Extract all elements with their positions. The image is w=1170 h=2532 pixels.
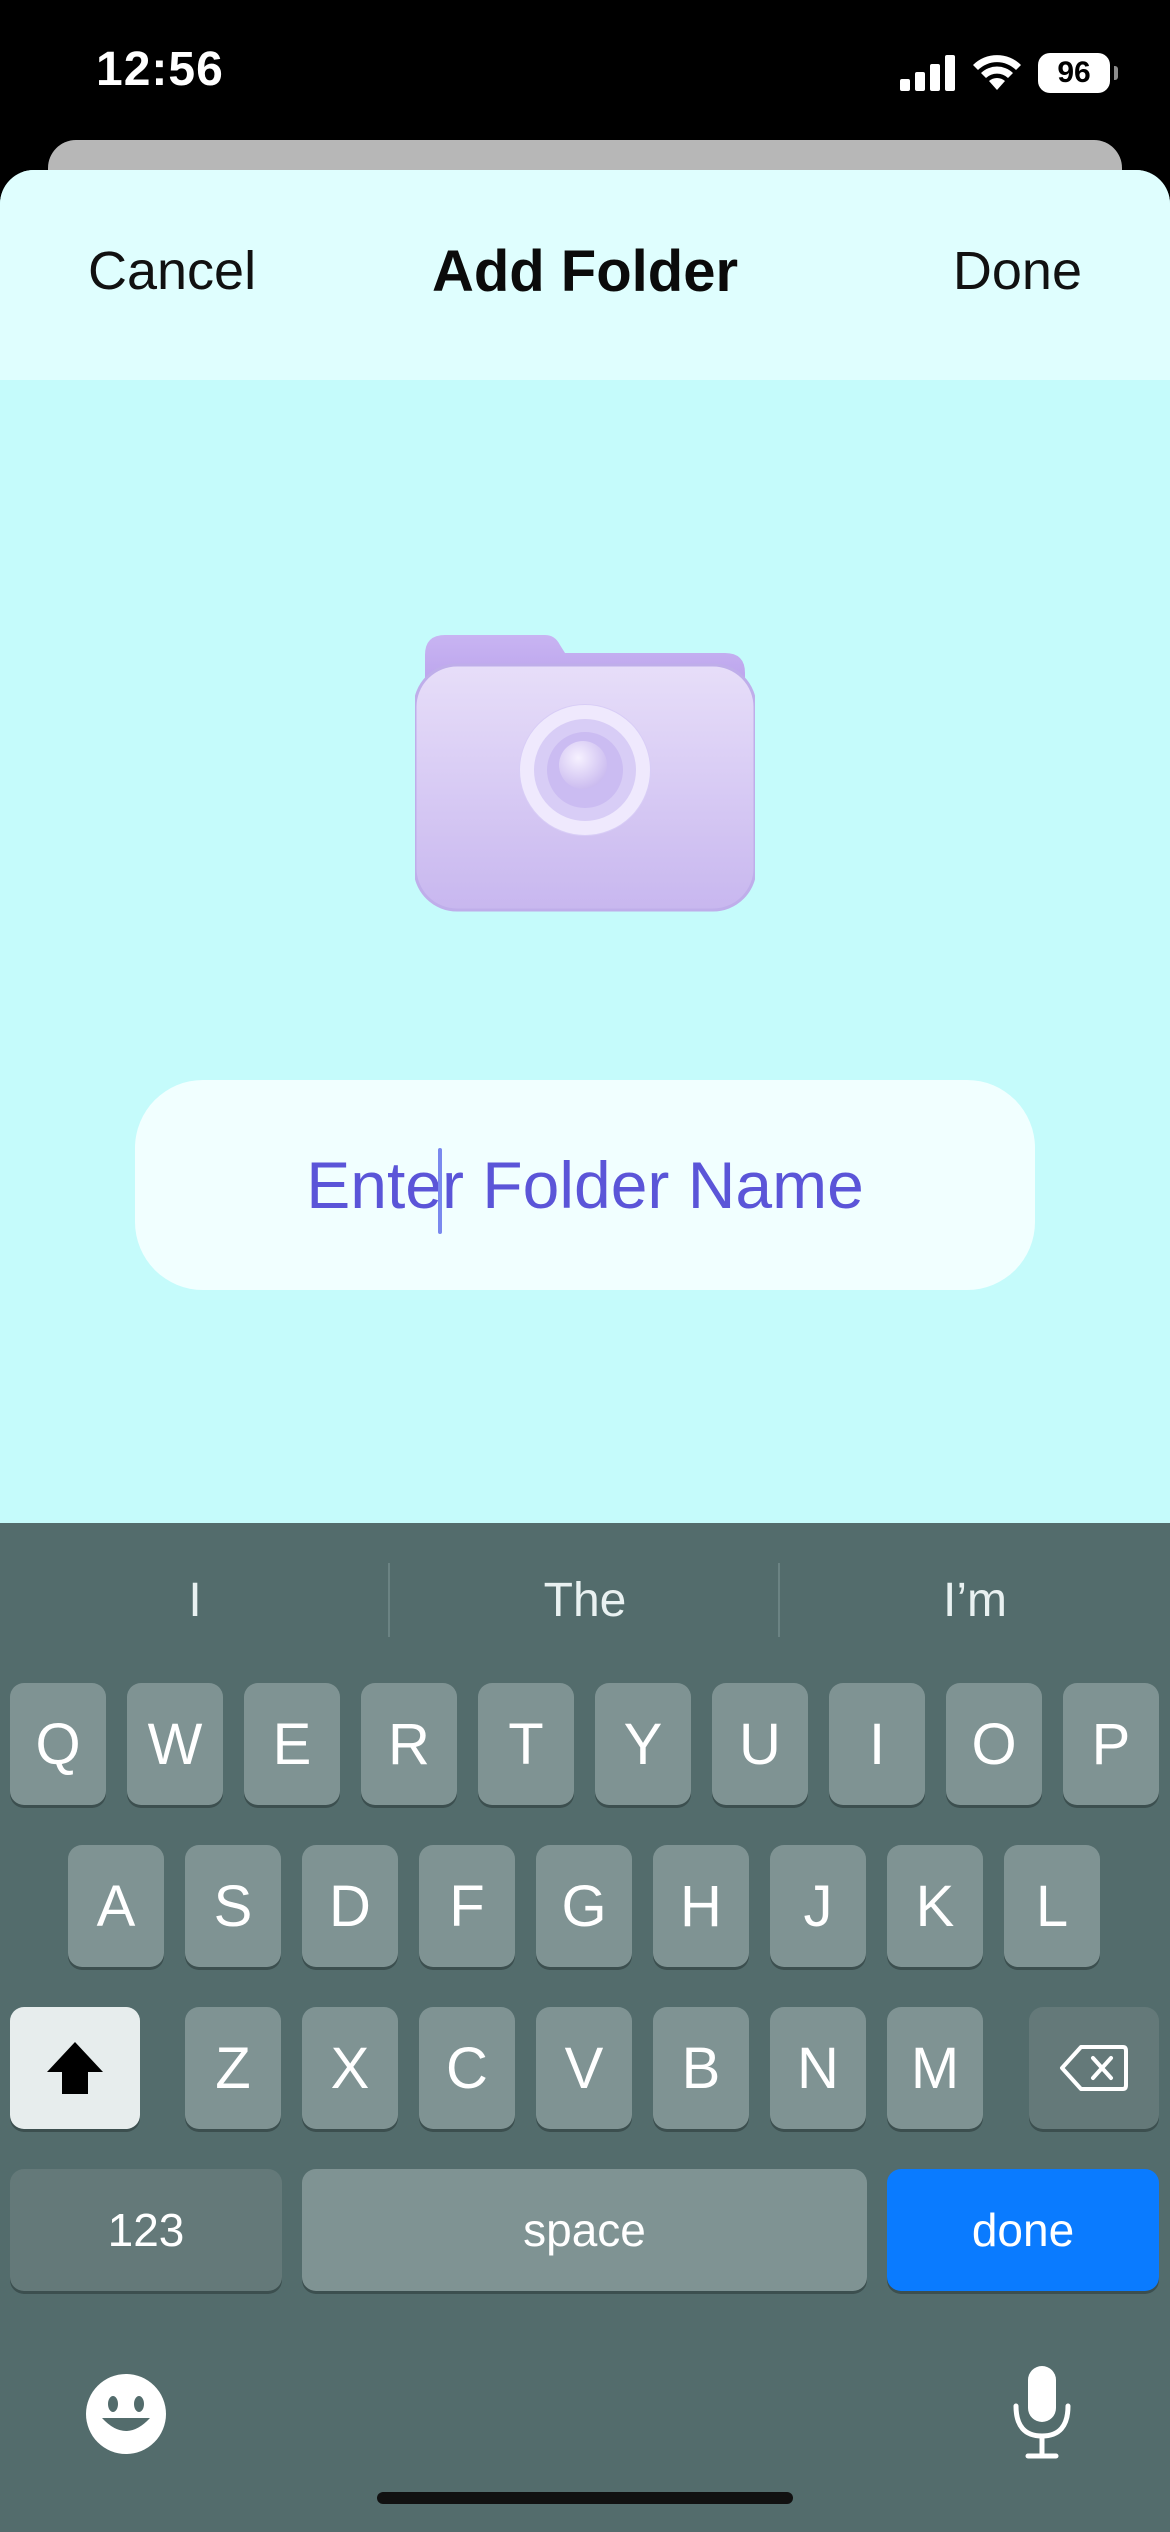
battery-icon: 96: [1038, 53, 1118, 93]
keyboard-done-key[interactable]: done: [887, 2169, 1159, 2291]
key-k[interactable]: K: [887, 1845, 983, 1967]
key-r[interactable]: R: [361, 1683, 457, 1805]
key-d[interactable]: D: [302, 1845, 398, 1967]
space-key[interactable]: space: [302, 2169, 867, 2291]
suggestion-item[interactable]: I: [0, 1573, 390, 1628]
sheet-nav-bar: Cancel Add Folder Done: [0, 170, 1170, 380]
key-n[interactable]: N: [770, 2007, 866, 2129]
folder-name-field[interactable]: [135, 1079, 1035, 1291]
done-button[interactable]: Done: [953, 240, 1082, 302]
status-icons: 96: [900, 48, 1118, 98]
key-z[interactable]: Z: [185, 2007, 281, 2129]
cancel-button[interactable]: Cancel: [88, 240, 256, 302]
key-o[interactable]: O: [946, 1683, 1042, 1805]
status-bar: 12:56 96: [0, 0, 1170, 150]
suggestion-item[interactable]: The: [390, 1573, 780, 1628]
wifi-icon: [973, 55, 1021, 90]
backspace-key[interactable]: [1029, 2007, 1159, 2129]
shift-key[interactable]: [10, 2007, 140, 2129]
text-cursor: [438, 1148, 442, 1234]
key-q[interactable]: Q: [10, 1683, 106, 1805]
key-p[interactable]: P: [1063, 1683, 1159, 1805]
key-c[interactable]: C: [419, 2007, 515, 2129]
suggestion-item[interactable]: I’m: [780, 1573, 1170, 1628]
key-s[interactable]: S: [185, 1845, 281, 1967]
key-a[interactable]: A: [68, 1845, 164, 1967]
key-v[interactable]: V: [536, 2007, 632, 2129]
key-m[interactable]: M: [887, 2007, 983, 2129]
folder-camera-icon[interactable]: [415, 615, 755, 915]
key-x[interactable]: X: [302, 2007, 398, 2129]
key-t[interactable]: T: [478, 1683, 574, 1805]
numbers-key[interactable]: 123: [10, 2169, 282, 2291]
key-h[interactable]: H: [653, 1845, 749, 1967]
key-l[interactable]: L: [1004, 1845, 1100, 1967]
key-b[interactable]: B: [653, 2007, 749, 2129]
status-time: 12:56: [96, 43, 224, 96]
key-i[interactable]: I: [829, 1683, 925, 1805]
home-indicator[interactable]: [377, 2492, 793, 2504]
microphone-icon[interactable]: [1006, 2364, 1078, 2460]
key-j[interactable]: J: [770, 1845, 866, 1967]
key-g[interactable]: G: [536, 1845, 632, 1967]
key-u[interactable]: U: [712, 1683, 808, 1805]
suggestion-bar: I The I’m: [0, 1523, 1170, 1679]
key-f[interactable]: F: [419, 1845, 515, 1967]
emoji-icon[interactable]: [84, 2372, 168, 2456]
keyboard: I The I’m Q W E R T Y U I O P A S D F G …: [0, 1523, 1170, 2532]
key-w[interactable]: W: [127, 1683, 223, 1805]
backspace-icon: [1060, 2045, 1128, 2091]
key-y[interactable]: Y: [595, 1683, 691, 1805]
shift-icon: [47, 2042, 103, 2094]
folder-name-input[interactable]: [135, 1079, 1035, 1291]
signal-icon: [900, 55, 955, 91]
key-e[interactable]: E: [244, 1683, 340, 1805]
